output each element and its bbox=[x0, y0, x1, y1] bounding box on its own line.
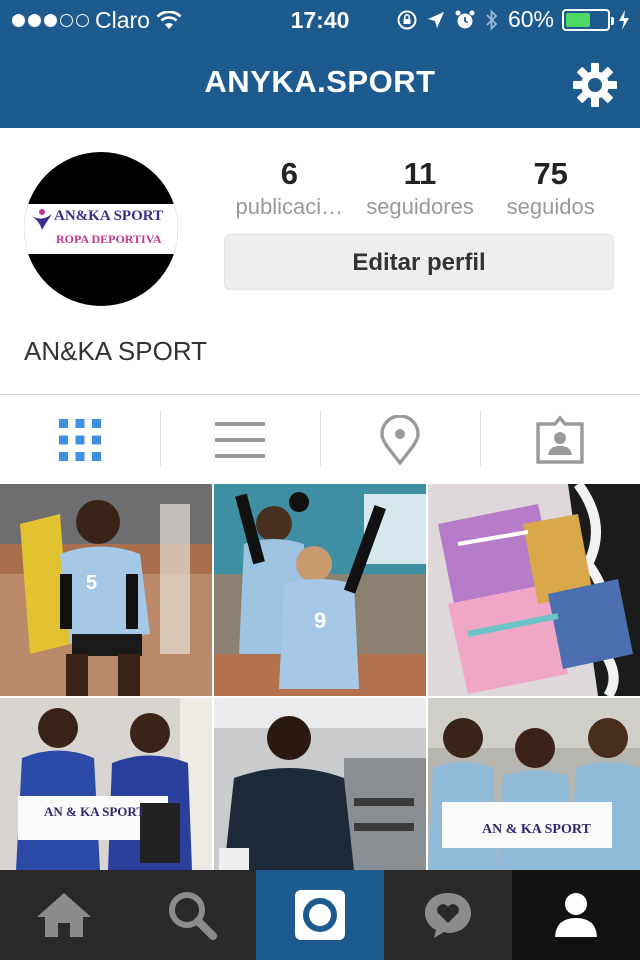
stat-value: 11 bbox=[403, 156, 437, 191]
status-bar: Claro 17:40 60% bbox=[0, 0, 640, 40]
photo-grid: 5 9 AN & KA SPORT AN & KA SPORT bbox=[0, 484, 640, 870]
nav-search[interactable] bbox=[128, 870, 256, 960]
avatar[interactable]: AN&KA SPORT ROPA DEPORTIVA bbox=[24, 152, 178, 306]
bluetooth-icon bbox=[486, 8, 498, 31]
stat-label: seguidos bbox=[506, 194, 595, 219]
charging-bolt-icon bbox=[619, 9, 629, 30]
photo-thumbnail[interactable]: AN & KA SPORT bbox=[0, 698, 212, 870]
nav-activity[interactable] bbox=[384, 870, 512, 960]
stat-value: 6 bbox=[280, 156, 298, 191]
brand-figure-icon bbox=[32, 209, 52, 230]
photo-thumbnail[interactable] bbox=[214, 698, 426, 870]
team-banner-photo bbox=[428, 698, 640, 870]
nav-camera[interactable] bbox=[256, 870, 384, 960]
gear-icon[interactable] bbox=[572, 62, 618, 108]
profile-icon bbox=[555, 893, 597, 937]
battery-percent: 60% bbox=[507, 6, 554, 32]
bottom-nav bbox=[0, 870, 640, 960]
banner-holders-photo bbox=[0, 698, 212, 870]
page-title: ANYKA.SPORT bbox=[204, 64, 436, 99]
edit-profile-button[interactable]: Editar perfil bbox=[224, 234, 614, 290]
stat-following[interactable]: 75 seguidos bbox=[485, 156, 616, 220]
jersey-number: 5 bbox=[86, 572, 98, 594]
photo-thumbnail[interactable]: 5 bbox=[0, 484, 212, 696]
stat-label: seguidores bbox=[366, 194, 474, 219]
camera-icon bbox=[295, 890, 345, 940]
battery-icon bbox=[562, 8, 614, 31]
volleyball-player-photo bbox=[0, 484, 212, 696]
photo-thumbnail[interactable]: AN & KA SPORT bbox=[428, 698, 640, 870]
tagged-photos-icon bbox=[536, 414, 584, 464]
profile-stats: 6 publicaci… 11 seguidores 75 seguidos bbox=[224, 156, 616, 220]
banner-text: AN & KA SPORT bbox=[44, 804, 146, 819]
alarm-icon bbox=[455, 10, 475, 28]
location-pin-icon bbox=[380, 414, 420, 465]
profile-display-name: AN&KA SPORT bbox=[24, 336, 208, 366]
list-icon bbox=[215, 421, 265, 458]
location-arrow-icon bbox=[427, 11, 444, 28]
tab-places[interactable] bbox=[320, 395, 480, 484]
sportswear-products-photo bbox=[428, 484, 640, 696]
team-celebration-photo bbox=[214, 484, 426, 696]
stat-followers[interactable]: 11 seguidores bbox=[355, 156, 486, 220]
stat-label: publicaci… bbox=[235, 194, 344, 219]
jersey-number: 9 bbox=[314, 608, 327, 633]
rotation-lock-icon bbox=[397, 10, 417, 29]
nav-profile[interactable] bbox=[512, 870, 640, 960]
logo-line-2: ROPA DEPORTIVA bbox=[56, 232, 162, 246]
nav-home[interactable] bbox=[0, 870, 128, 960]
stat-posts[interactable]: 6 publicaci… bbox=[224, 156, 355, 220]
banner-text: AN & KA SPORT bbox=[482, 822, 591, 837]
logo-line-1: AN&KA SPORT bbox=[54, 208, 164, 224]
home-icon bbox=[37, 893, 91, 937]
photo-thumbnail[interactable] bbox=[428, 484, 640, 696]
battery-level bbox=[566, 12, 590, 27]
search-icon bbox=[169, 892, 217, 940]
tab-grid[interactable] bbox=[0, 395, 160, 484]
app-header: Claro 17:40 60% ANYKA.SPORT bbox=[0, 0, 640, 128]
photo-thumbnail[interactable]: 9 bbox=[214, 484, 426, 696]
view-tabs bbox=[0, 394, 640, 484]
stat-value: 75 bbox=[533, 156, 568, 191]
athlete-gym-photo bbox=[214, 698, 426, 870]
activity-heart-icon bbox=[425, 893, 471, 938]
tab-list[interactable] bbox=[160, 395, 320, 484]
status-icons: 60% bbox=[396, 6, 630, 33]
grid-icon bbox=[59, 418, 101, 461]
tab-tagged[interactable] bbox=[480, 395, 640, 484]
